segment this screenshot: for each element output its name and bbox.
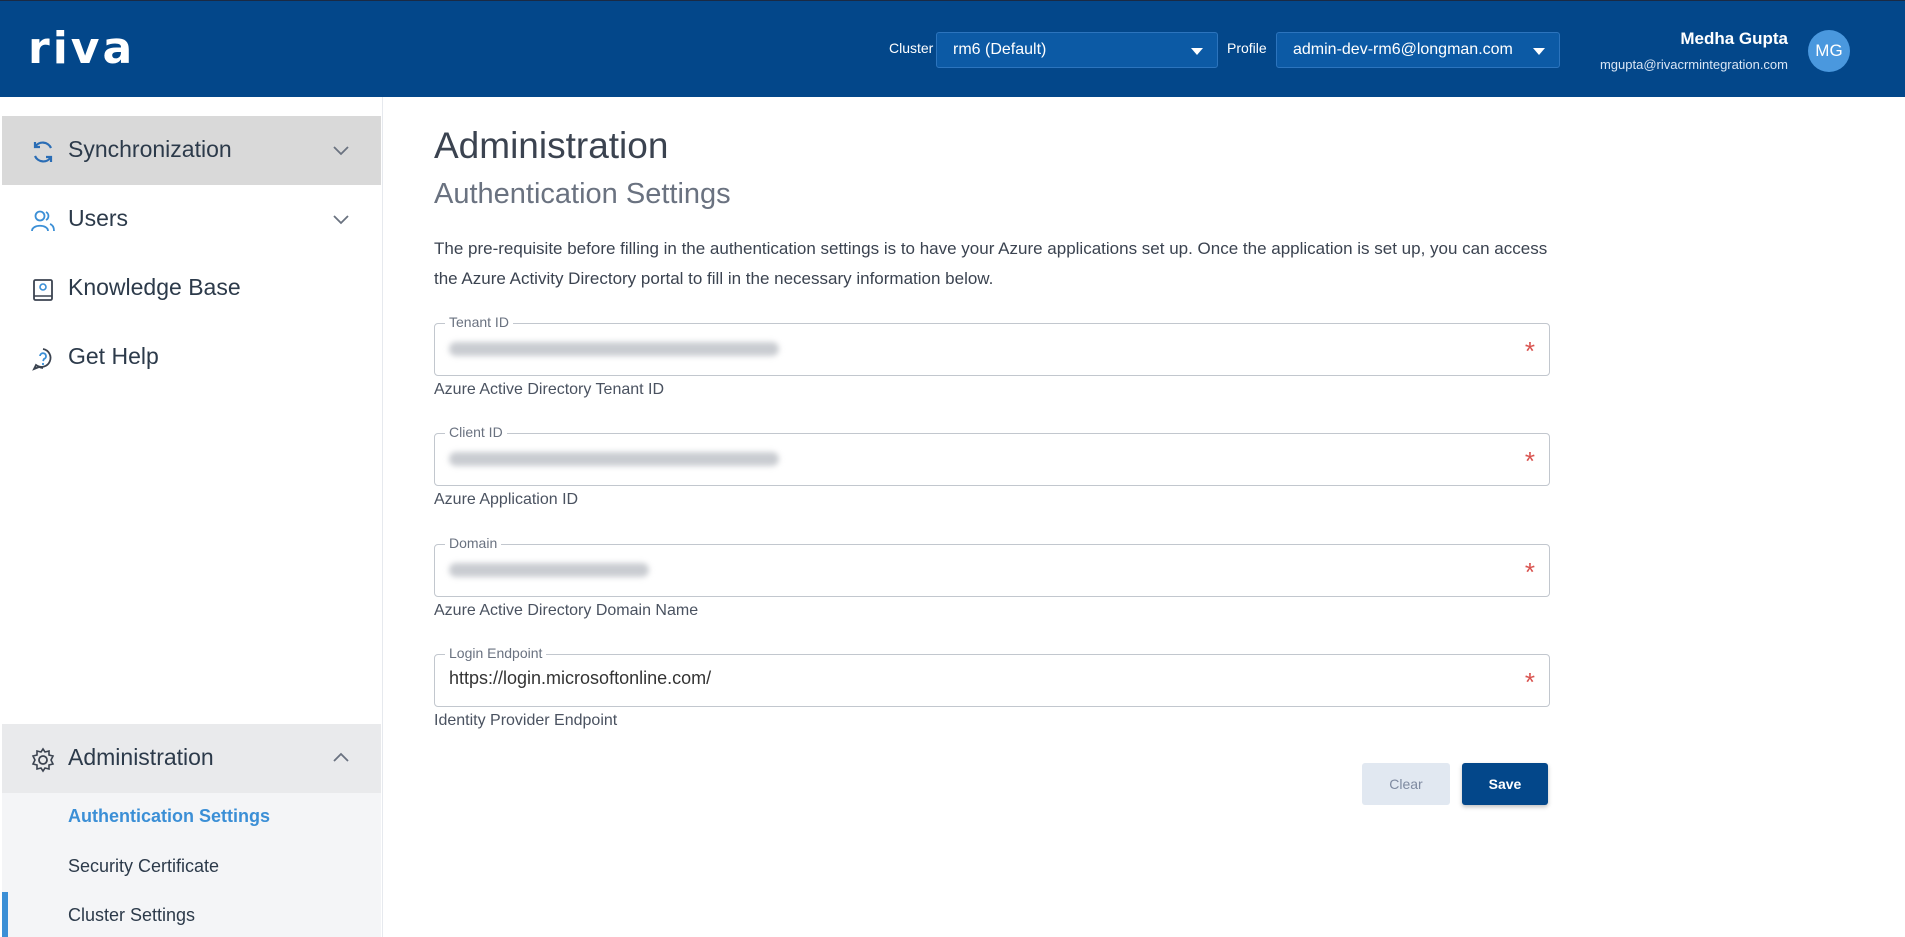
field-helper: Azure Active Directory Tenant ID — [434, 381, 665, 398]
clear-button[interactable]: Clear — [1362, 763, 1450, 805]
sidebar-item-users[interactable]: Users — [2, 185, 381, 254]
required-marker: * — [1524, 336, 1535, 366]
sidebar-item-label: Synchronization — [68, 136, 232, 162]
sidebar-item-administration[interactable]: Administration — [2, 724, 381, 793]
sidebar-item-label: Get Help — [68, 343, 159, 369]
tenant-id-field[interactable]: Tenant ID * — [434, 314, 1550, 376]
caret-down-icon — [1533, 48, 1545, 55]
avatar[interactable]: MG — [1808, 30, 1850, 72]
caret-down-icon — [1191, 48, 1203, 55]
active-indicator — [2, 892, 8, 937]
required-marker: * — [1524, 557, 1535, 587]
client-id-field[interactable]: Client ID * — [434, 424, 1550, 486]
field-helper: Azure Active Directory Domain Name — [434, 602, 699, 619]
gear-icon — [31, 747, 55, 773]
save-button[interactable]: Save — [1462, 763, 1548, 805]
field-helper: Identity Provider Endpoint — [434, 712, 618, 729]
cluster-value: rm6 (Default) — [953, 41, 1047, 58]
cluster-select[interactable]: rm6 (Default) — [936, 32, 1218, 68]
book-icon — [33, 279, 53, 301]
masked-value — [449, 563, 649, 577]
masked-value — [449, 342, 779, 356]
sync-icon — [33, 141, 53, 163]
field-label: Domain — [445, 535, 502, 551]
field-label: Login Endpoint — [445, 645, 547, 661]
profile-value: admin-dev-rm6@longman.com — [1293, 41, 1513, 58]
sidebar-subitem-cluster-settings[interactable]: Cluster Settings — [68, 905, 195, 926]
login-endpoint-field[interactable]: Login Endpoint https://login.microsofton… — [434, 645, 1550, 707]
field-helper: Azure Application ID — [434, 491, 579, 508]
field-label: Client ID — [445, 424, 507, 440]
sidebar-item-label: Knowledge Base — [68, 274, 241, 300]
page-title: Administration — [434, 125, 669, 166]
sidebar-item-knowledge-base[interactable]: Knowledge Base — [2, 254, 381, 323]
field-value: https://login.microsoftonline.com/ — [449, 668, 712, 688]
chevron-down-icon — [333, 146, 349, 156]
sidebar-item-label: Administration — [68, 744, 214, 770]
main-content: Administration Authentication Settings T… — [384, 97, 1905, 937]
riva-logo[interactable]: riva — [28, 29, 156, 69]
profile-label: Profile — [1227, 40, 1267, 56]
sidebar-item-label: Users — [68, 205, 129, 231]
sidebar-subitem-authentication-settings[interactable]: Authentication Settings — [68, 806, 270, 827]
svg-text:riva: riva — [28, 29, 135, 69]
users-icon — [31, 210, 55, 232]
masked-value — [449, 452, 779, 466]
chevron-up-icon — [333, 752, 349, 762]
required-marker: * — [1524, 446, 1535, 476]
domain-field[interactable]: Domain * — [434, 535, 1550, 597]
user-email: mgupta@rivacrmintegration.com — [1599, 57, 1788, 72]
sidebar-item-get-help[interactable]: Get Help — [2, 323, 381, 392]
page-subtitle: Authentication Settings — [434, 178, 731, 210]
cluster-label: Cluster — [889, 40, 934, 56]
required-marker: * — [1524, 667, 1535, 697]
page-description: The pre-requisite before filling in the … — [434, 239, 1548, 288]
sidebar-subitem-security-certificate[interactable]: Security Certificate — [68, 856, 219, 877]
user-name: Medha Gupta — [1680, 29, 1788, 48]
chevron-down-icon — [333, 215, 349, 225]
profile-select[interactable]: admin-dev-rm6@longman.com — [1276, 32, 1560, 68]
field-label: Tenant ID — [445, 314, 513, 330]
top-header: riva Cluster rm6 (Default) Profile admin… — [0, 0, 1905, 97]
help-icon — [32, 348, 52, 371]
sidebar-item-synchronization[interactable]: Synchronization — [2, 116, 381, 185]
